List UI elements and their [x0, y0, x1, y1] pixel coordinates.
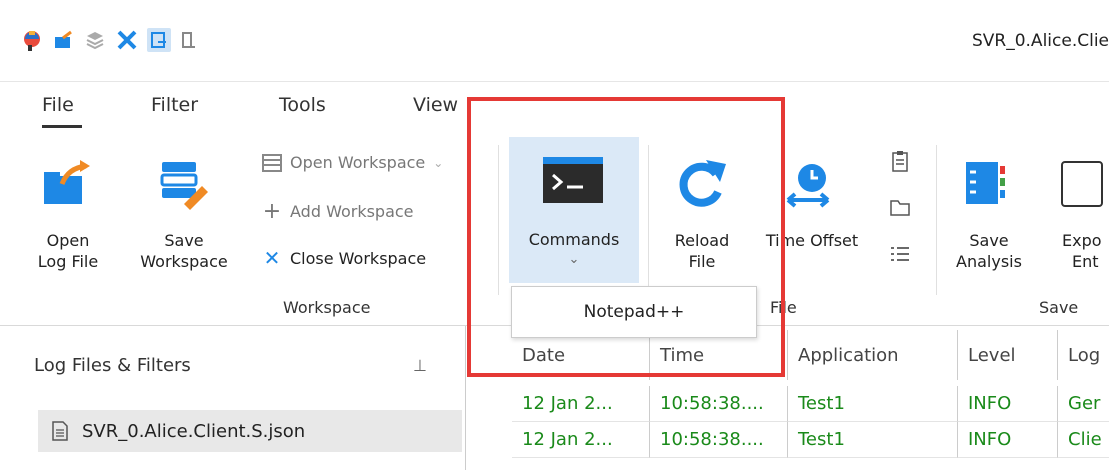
reload-file-button[interactable]: Reload File: [660, 150, 744, 280]
table-cell[interactable]: 12 Jan 2...: [512, 422, 650, 458]
pin-icon[interactable]: ⊥: [413, 356, 427, 375]
save-group-label: Save: [1039, 298, 1079, 317]
plus-icon: +: [262, 199, 282, 224]
workspace-group-label: Workspace: [283, 298, 371, 317]
export-label-1: Expo: [1062, 231, 1102, 250]
close-workspace-label: Close Workspace: [290, 248, 427, 268]
close-workspace-button[interactable]: ✕ Close Workspace: [262, 246, 427, 270]
title-bar: SVR_0.Alice.Clie: [0, 0, 1109, 82]
tab-view[interactable]: View: [413, 94, 458, 116]
add-workspace-button[interactable]: + Add Workspace: [262, 199, 414, 224]
list-icon[interactable]: [890, 244, 910, 264]
reload-icon: [679, 160, 726, 207]
open-log-file-label-1: Open: [46, 231, 90, 250]
folder-icon[interactable]: [890, 198, 910, 216]
save-workspace-button[interactable]: Save Workspace: [124, 150, 244, 280]
reload-file-label-2: File: [688, 252, 716, 271]
commands-button[interactable]: Commands ⌄: [509, 137, 639, 283]
tab-tools[interactable]: Tools: [279, 94, 326, 116]
table-cell[interactable]: 10:58:38....: [650, 422, 788, 458]
open-workspace-button[interactable]: Open Workspace ⌄: [262, 153, 443, 172]
save-analysis-label-2: Analysis: [956, 252, 1022, 271]
document-icon: [52, 421, 68, 441]
table-cell[interactable]: Test1: [788, 422, 958, 458]
file-list-item[interactable]: SVR_0.Alice.Client.S.json: [38, 410, 462, 452]
terminal-icon: [543, 157, 603, 203]
chevron-down-icon: ⌄: [433, 155, 444, 170]
export-icon: [1061, 161, 1103, 207]
column-header-level[interactable]: Level: [958, 330, 1058, 380]
ribbon-separator: [648, 145, 649, 295]
clipboard-icon[interactable]: [892, 150, 908, 172]
clock-arrows-icon: [786, 164, 830, 208]
notebook-icon: [966, 162, 1005, 204]
table-cell[interactable]: INFO: [958, 422, 1058, 458]
table-cell[interactable]: 12 Jan 2...: [512, 386, 650, 422]
tab-file[interactable]: File: [42, 94, 74, 116]
table-cell[interactable]: 10:58:38....: [650, 386, 788, 422]
open-folder-icon: [44, 160, 90, 204]
window-title: SVR_0.Alice.Clie: [971, 31, 1109, 51]
tools-icon[interactable]: [115, 28, 139, 52]
commands-label: Commands: [528, 230, 620, 249]
table-cell[interactable]: Clie: [1058, 422, 1109, 458]
active-tab-indicator: [42, 125, 82, 128]
open-folder-icon[interactable]: [52, 28, 76, 52]
add-workspace-label: Add Workspace: [290, 202, 414, 221]
save-analysis-button[interactable]: Save Analysis: [946, 150, 1032, 280]
open-log-file-label-2: Log File: [37, 252, 99, 271]
column-header-application[interactable]: Application: [788, 330, 958, 380]
table-cell[interactable]: INFO: [958, 386, 1058, 422]
file-group-label: File: [770, 298, 797, 317]
save-analysis-label-1: Save: [969, 231, 1009, 250]
file-name: SVR_0.Alice.Client.S.json: [82, 420, 306, 442]
ribbon-separator: [936, 145, 937, 295]
reload-file-label-1: Reload: [674, 231, 730, 250]
layers-icon[interactable]: [83, 28, 107, 52]
column-header-log[interactable]: Log: [1058, 330, 1109, 380]
save-workspace-label-1: Save: [164, 231, 204, 250]
panel-title: Log Files & Filters: [34, 355, 191, 376]
log-view-icon[interactable]: [177, 28, 201, 52]
database-save-icon: [160, 162, 208, 210]
tab-filter[interactable]: Filter: [151, 94, 198, 116]
table-cell[interactable]: Ger: [1058, 386, 1109, 422]
close-icon: ✕: [263, 246, 281, 270]
open-workspace-label: Open Workspace: [290, 153, 426, 172]
export-entries-button[interactable]: Expo Ent: [1040, 150, 1109, 280]
save-workspace-label-2: Workspace: [140, 252, 228, 271]
time-offset-button[interactable]: Time Offset: [752, 150, 872, 280]
commands-dropdown: Notepad++: [511, 286, 757, 338]
split-view-icon[interactable]: [147, 28, 171, 52]
ribbon-separator: [498, 145, 499, 295]
app-logo-icon[interactable]: [20, 28, 44, 52]
time-offset-label: Time Offset: [765, 231, 859, 250]
export-label-2: Ent: [1072, 252, 1099, 271]
open-log-file-button[interactable]: Open Log File: [28, 150, 108, 280]
dropdown-item-notepad[interactable]: Notepad++: [584, 302, 685, 322]
workspace-list-icon: [262, 153, 282, 172]
chevron-down-icon: ⌄: [568, 252, 580, 267]
table-cell[interactable]: Test1: [788, 386, 958, 422]
